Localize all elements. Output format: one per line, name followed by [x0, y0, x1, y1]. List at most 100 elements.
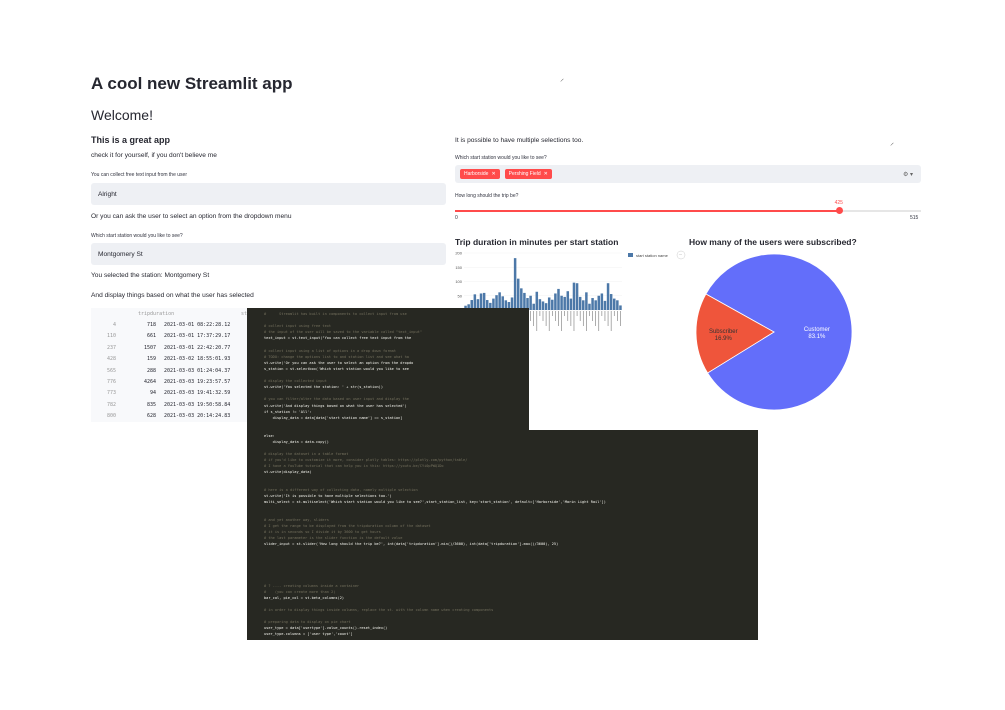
bar[interactable] — [538, 299, 542, 310]
bar[interactable] — [591, 298, 594, 310]
code-line: st.write(display_data) — [264, 470, 312, 474]
bar[interactable] — [616, 300, 619, 310]
code-line: # display the collected input — [264, 379, 327, 384]
code-line: user_type.columns = ['user type','count'… — [264, 632, 353, 636]
y-tick-label: 150 — [455, 265, 462, 270]
bar[interactable] — [603, 300, 607, 310]
remove-tag-icon[interactable]: ✕ — [491, 171, 495, 177]
code-line: st.write('You selected the station: ' + … — [264, 385, 383, 390]
more-icon[interactable]: ··· — [679, 252, 683, 257]
multiselect-tag[interactable]: Pershing Field ✕ — [504, 169, 552, 179]
pie-label: Customer — [804, 327, 830, 333]
tag-label: Harborside — [464, 171, 489, 177]
text-input-label: You can collect free text input from the… — [91, 172, 187, 178]
bar[interactable] — [600, 293, 604, 310]
code-line: display_data = data.copy() — [264, 440, 329, 444]
table-cell-starttime: 2021-03-03 19:50:58.84 — [164, 401, 231, 408]
gear-dropdown-icon[interactable]: ⚙ ▾ — [903, 171, 913, 178]
bar[interactable] — [554, 293, 557, 310]
code-line: # collect input using a list of options … — [264, 348, 396, 353]
bar[interactable] — [551, 299, 554, 310]
code-line: # the input of the user will be saved to… — [264, 330, 422, 335]
bar-legend-label: start station name — [636, 253, 669, 258]
code-line: # it is in seconds so I divide it by 360… — [264, 530, 381, 534]
cursor-icon-2: ⸝ — [890, 138, 894, 147]
bar[interactable] — [541, 301, 545, 310]
bar[interactable] — [513, 258, 517, 310]
slider-min: 0 — [455, 215, 458, 221]
bar[interactable] — [572, 282, 576, 310]
table-cell-index: 237 — [106, 344, 116, 351]
slider-value: 425 — [834, 200, 843, 206]
remove-tag-icon[interactable]: ✕ — [544, 171, 548, 177]
bar[interactable] — [566, 291, 570, 310]
table-cell-tripduration: 4264 — [143, 379, 156, 385]
bar[interactable] — [529, 295, 532, 310]
tagline-text: check it for yourself, if you don't beli… — [91, 152, 217, 159]
pie-chart: Customer83.1% Subscriber16.9% — [695, 253, 853, 411]
bar[interactable] — [560, 295, 563, 310]
code-line: # in order to display things inside colu… — [264, 608, 494, 612]
bar[interactable] — [613, 298, 616, 310]
data-table[interactable]: tripduration startt 47182021-03-01 08:22… — [91, 308, 271, 422]
y-tick-label: 100 — [455, 279, 462, 284]
multiselect-field[interactable]: Harborside ✕ Pershing Field ✕ ⚙ ▾ — [455, 165, 921, 183]
code-line: bar_col, pie_col = st.beta_columns(2) — [264, 596, 345, 600]
bar[interactable] — [585, 292, 588, 310]
welcome-heading: Welcome! — [91, 107, 153, 123]
multiselect-tag[interactable]: Harborside ✕ — [460, 169, 500, 179]
legend-swatch — [628, 253, 633, 257]
code-line: # here is a different way of collecting … — [264, 488, 418, 492]
code-editor-bottom[interactable]: else: display_data = data.copy() # displa… — [247, 430, 758, 640]
code-line: # I get the range to be displayed from t… — [264, 524, 431, 528]
bar[interactable] — [532, 303, 535, 310]
slider-thumb[interactable] — [836, 207, 844, 214]
bar[interactable] — [588, 303, 591, 310]
table-cell-index: 773 — [106, 390, 116, 397]
bar[interactable] — [609, 294, 613, 310]
text-input-value: Alright — [98, 190, 117, 198]
bar[interactable] — [606, 283, 610, 310]
table-cell-starttime: 2021-03-01 17:37:29.17 — [164, 333, 231, 340]
table-cell-index: 428 — [106, 356, 116, 363]
table-cell-tripduration: 288 — [146, 367, 156, 374]
bar[interactable] — [520, 288, 523, 310]
bar[interactable] — [557, 288, 560, 310]
bar[interactable] — [582, 300, 585, 310]
pie-percent: 83.1% — [808, 334, 826, 340]
y-tick-label: 200 — [455, 251, 462, 256]
code-line: # I have a YouTube tutorial that can hel… — [264, 464, 444, 468]
text-input-field[interactable]: Alright — [91, 183, 446, 205]
code-line: multi_select = st.multiselect('Which sta… — [264, 500, 606, 504]
code-line: # and yet another way, sliders — [264, 518, 329, 522]
bar[interactable] — [575, 283, 579, 310]
table-cell-index: 800 — [106, 413, 116, 420]
code-line: display_data = data[data['start station … — [264, 415, 403, 420]
code-line: slider_input = st.slider('How long shoul… — [264, 542, 559, 546]
station-select-dropdown[interactable]: Montgomery St — [91, 243, 446, 265]
code-line: # TODO: change the options list to and s… — [264, 354, 409, 359]
code-line: # display the dataset in a table format — [264, 452, 349, 456]
table-header-tripduration[interactable]: tripduration — [138, 311, 174, 317]
bar[interactable] — [547, 297, 551, 310]
code-editor-top[interactable]: # Streamlit has built in components to c… — [247, 308, 529, 433]
code-line: text_input = st.text_input("You can coll… — [264, 336, 412, 341]
code-line: # (you can create more than 2) — [264, 590, 336, 594]
bar[interactable] — [619, 305, 622, 310]
bar[interactable] — [597, 295, 601, 310]
table-cell-tripduration: 718 — [146, 322, 156, 328]
bar[interactable] — [569, 298, 573, 310]
bar[interactable] — [535, 291, 539, 310]
bar[interactable] — [578, 296, 582, 310]
bar[interactable] — [563, 296, 566, 310]
multiselect-label: Which start station would you like to se… — [455, 155, 547, 161]
display-text: And display things based on what the use… — [91, 292, 254, 299]
bar[interactable] — [516, 278, 520, 310]
multiselect-intro-text: It is possible to have multiple selectio… — [455, 137, 584, 144]
table-cell-index: 4 — [112, 322, 116, 328]
pie-percent: 16.9% — [715, 336, 733, 342]
table-cell-starttime: 2021-03-03 20:14:24.83 — [164, 413, 231, 420]
table-cell-starttime: 2021-03-02 18:55:01.93 — [164, 356, 231, 363]
bar[interactable] — [594, 300, 597, 310]
bar[interactable] — [544, 303, 548, 310]
